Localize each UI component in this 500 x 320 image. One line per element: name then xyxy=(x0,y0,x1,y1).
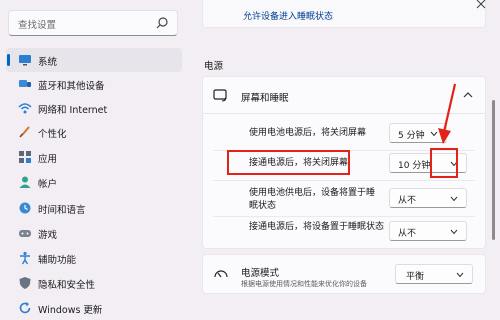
sidebar-item-label: 时间和语言 xyxy=(38,205,86,216)
plugged-sleep-dropdown[interactable]: 从不 xyxy=(389,221,467,241)
search-input[interactable]: 查找设置 xyxy=(18,17,56,31)
sidebar-item-label: 应用 xyxy=(38,154,58,165)
monitor-icon xyxy=(19,55,31,66)
brush-icon xyxy=(19,126,30,138)
sidebar-item-label: 游戏 xyxy=(38,230,58,241)
allow-sleep-link[interactable]: 允许设备进入睡眠状态 xyxy=(243,9,333,22)
sleep-state-card: 允许设备进入睡眠状态 xyxy=(202,0,486,28)
wifi-icon xyxy=(18,103,32,114)
sidebar: 查找设置 系统 蓝牙和其他设备 网络和 Internet 个性化 应用 帐户 时… xyxy=(0,0,190,320)
screen-sleep-icon xyxy=(213,89,227,102)
sidebar-item-label: 个性化 xyxy=(38,129,67,140)
chevron-down-icon xyxy=(430,131,438,137)
sidebar-item-accounts[interactable]: 帐户 xyxy=(6,170,182,194)
battery-screen-off-dropdown[interactable]: 5 分钟 xyxy=(389,123,447,143)
plugged-sleep-label: 接通电源后，将设备置于睡眠状态 xyxy=(249,222,385,232)
search-box[interactable]: 查找设置 xyxy=(8,10,178,36)
screen-sleep-title: 屏幕和睡眠 xyxy=(241,93,289,104)
person-icon xyxy=(19,176,31,188)
power-mode-icon xyxy=(214,270,228,278)
battery-sleep-dropdown[interactable]: 从不 xyxy=(389,188,467,208)
dropdown-value: 从不 xyxy=(398,229,417,239)
screen-sleep-header[interactable]: 屏幕和睡眠 xyxy=(202,76,486,114)
dropdown-value: 平衡 xyxy=(406,272,425,282)
dropdown-value: 5 分钟 xyxy=(398,131,425,141)
sidebar-item-label: 网络和 Internet xyxy=(38,105,108,116)
apps-icon xyxy=(19,151,31,163)
power-mode-subtitle: 根据电源使用情况和性能来优化你的设备 xyxy=(241,280,367,288)
main-panel: 允许设备进入睡眠状态 电源 屏幕和睡眠 使用电池电源后，将关闭屏幕 5 分钟 接… xyxy=(190,0,500,320)
gamepad-icon xyxy=(19,230,31,237)
chevron-up-icon[interactable] xyxy=(463,91,473,99)
scrollbar[interactable] xyxy=(492,100,495,240)
search-icon[interactable] xyxy=(155,16,169,30)
sidebar-item-label: 辅助功能 xyxy=(38,255,77,266)
sidebar-item-accessibility[interactable]: 辅助功能 xyxy=(6,246,182,270)
active-indicator xyxy=(7,54,10,66)
sidebar-item-personalization[interactable]: 个性化 xyxy=(6,120,182,144)
dropdown-value: 从不 xyxy=(398,196,417,206)
sidebar-item-time-language[interactable]: 时间和语言 xyxy=(6,196,182,220)
sidebar-item-network[interactable]: 网络和 Internet xyxy=(6,96,182,120)
section-title: 电源 xyxy=(204,61,224,72)
battery-sleep-label-line2: 眠状态 xyxy=(249,201,277,211)
sidebar-item-bluetooth[interactable]: 蓝牙和其他设备 xyxy=(6,72,182,96)
power-mode-dropdown[interactable]: 平衡 xyxy=(395,264,473,284)
battery-screen-off-label: 使用电池电源后，将关闭屏幕 xyxy=(249,128,367,138)
globe-clock-icon xyxy=(19,202,31,214)
close-icon[interactable] xyxy=(475,0,487,12)
shield-icon xyxy=(19,277,31,289)
update-icon xyxy=(19,302,31,314)
divider xyxy=(213,216,475,217)
accessibility-icon xyxy=(20,251,30,265)
sidebar-item-privacy[interactable]: 隐私和安全性 xyxy=(6,271,182,295)
sidebar-item-label: 系统 xyxy=(38,57,58,68)
chevron-down-icon xyxy=(450,196,458,202)
sidebar-item-system[interactable]: 系统 xyxy=(6,48,182,72)
chevron-down-icon xyxy=(456,272,464,278)
sidebar-item-label: 隐私和安全性 xyxy=(38,280,96,291)
sidebar-item-label: 帐户 xyxy=(38,179,58,190)
battery-sleep-label-line1: 使用电池供电后，设备将置于睡 xyxy=(249,188,376,198)
screen-sleep-settings: 使用电池电源后，将关闭屏幕 5 分钟 接通电源后，将关闭屏幕 10 分钟 使用电… xyxy=(202,114,486,249)
chevron-down-icon xyxy=(450,229,458,235)
sidebar-item-label: Windows 更新 xyxy=(38,305,103,316)
dropdown-value: 10 分钟 xyxy=(398,161,431,171)
highlight-box-label xyxy=(227,150,350,175)
power-mode-title: 电源模式 xyxy=(241,268,280,279)
sidebar-item-gaming[interactable]: 游戏 xyxy=(6,221,182,245)
highlight-box-dropdown-arrow xyxy=(430,148,458,178)
bluetooth-icon xyxy=(19,80,31,87)
power-mode-card: 电源模式 根据电源使用情况和性能来优化你的设备 平衡 xyxy=(202,254,486,294)
sidebar-item-label: 蓝牙和其他设备 xyxy=(38,81,105,92)
divider xyxy=(213,180,475,181)
sidebar-item-windows-update[interactable]: Windows 更新 xyxy=(6,296,182,320)
sidebar-item-apps[interactable]: 应用 xyxy=(6,145,182,169)
